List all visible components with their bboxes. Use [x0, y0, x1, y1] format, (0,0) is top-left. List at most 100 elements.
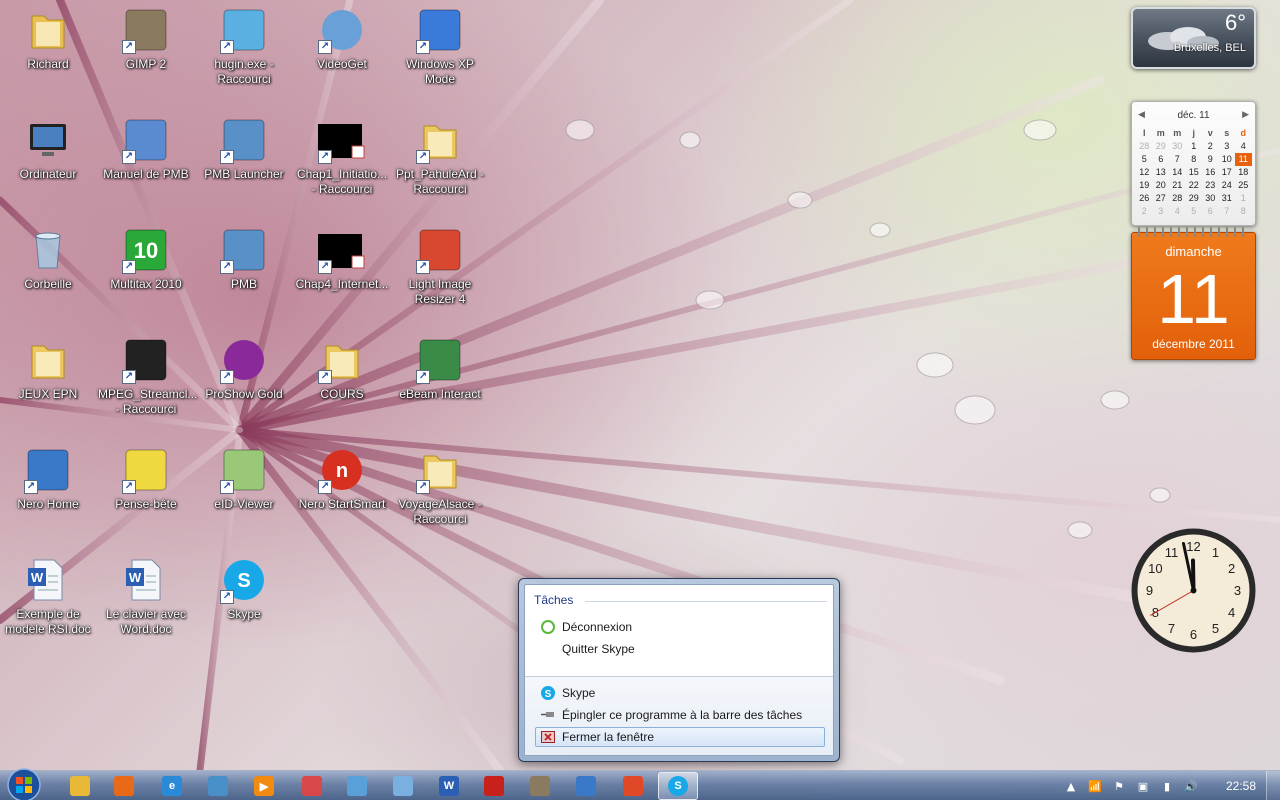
- desktop-icon[interactable]: ↗ Pense-bête: [98, 446, 194, 550]
- taskbar-thunderbird-button[interactable]: [566, 772, 606, 800]
- desktop-icon[interactable]: ↗ PMB: [196, 226, 292, 330]
- taskbar-paint-button[interactable]: [292, 772, 332, 800]
- desktop-icon[interactable]: ↗ COURS: [294, 336, 390, 440]
- desktop-icon[interactable]: ↗ VideoGet: [294, 6, 390, 110]
- desktop-icon[interactable]: W Le clavier avec Word.doc: [98, 556, 194, 660]
- calendar-day[interactable]: 1: [1186, 140, 1203, 153]
- calendar-day[interactable]: 18: [1235, 166, 1252, 179]
- clock-gadget[interactable]: 123456789101112: [1130, 527, 1257, 654]
- calendar-day[interactable]: 7: [1219, 205, 1236, 218]
- calendar-day[interactable]: 20: [1153, 179, 1170, 192]
- calendar-day[interactable]: 4: [1235, 140, 1252, 153]
- calendar-day[interactable]: 22: [1186, 179, 1203, 192]
- desktop-icon[interactable]: ↗ Ppt_PahuleArd - Raccourci: [392, 116, 488, 220]
- desktop-icon[interactable]: Richard: [0, 6, 96, 110]
- calendar-day[interactable]: 14: [1169, 166, 1186, 179]
- calendar-day[interactable]: 2: [1136, 205, 1153, 218]
- jump-list-close-window[interactable]: Fermer la fenêtre: [535, 727, 825, 747]
- taskbar-picasa-button[interactable]: [613, 772, 653, 800]
- calendar-day[interactable]: 8: [1186, 153, 1203, 166]
- desktop-icon[interactable]: ↗ GIMP 2: [98, 6, 194, 110]
- network-icon[interactable]: ▮: [1160, 779, 1174, 793]
- calendar-day[interactable]: 30: [1202, 192, 1219, 205]
- jump-list-pin-program[interactable]: Épingler ce programme à la barre des tâc…: [535, 705, 825, 725]
- desktop-icon[interactable]: JEUX EPN: [0, 336, 96, 440]
- calendar-day[interactable]: 26: [1136, 192, 1153, 205]
- calendar-day[interactable]: 29: [1153, 140, 1170, 153]
- jump-list-open-skype[interactable]: S Skype: [535, 683, 825, 703]
- taskbar-skype-button[interactable]: S: [658, 772, 698, 800]
- calendar-day[interactable]: 23: [1202, 179, 1219, 192]
- next-month-icon[interactable]: ▶: [1242, 110, 1249, 120]
- calendar-gadget[interactable]: ◀ déc. 11 ▶ l m m j v s d 28 29 30 1 2 3 4 5 6 7 8 9 10 11 12…: [1131, 101, 1256, 226]
- calendar-day[interactable]: 17: [1219, 166, 1236, 179]
- calendar-day[interactable]: 21: [1169, 179, 1186, 192]
- desktop-icon[interactable]: ↗ PMB Launcher: [196, 116, 292, 220]
- desktop-icon[interactable]: 10 ↗ Multitax 2010: [98, 226, 194, 330]
- calendar-day[interactable]: 12: [1136, 166, 1153, 179]
- desktop-icon[interactable]: ↗ eID-Viewer: [196, 446, 292, 550]
- calendar-day[interactable]: 2: [1202, 140, 1219, 153]
- calendar-day[interactable]: 24: [1219, 179, 1236, 192]
- jump-list-task-quit[interactable]: Quitter Skype: [535, 639, 825, 659]
- calendar-day[interactable]: 10: [1219, 153, 1236, 166]
- desktop-icon[interactable]: Ordinateur: [0, 116, 96, 220]
- calendar-day[interactable]: 19: [1136, 179, 1153, 192]
- desktop-icon[interactable]: ↗ ProShow Gold: [196, 336, 292, 440]
- calendar-day[interactable]: 3: [1153, 205, 1170, 218]
- taskbar-acrobat-button[interactable]: [474, 772, 514, 800]
- weather-gadget[interactable]: 6° Bruxelles, BEL: [1131, 7, 1256, 69]
- wireless-icon[interactable]: 📶: [1088, 779, 1102, 793]
- calendar-day[interactable]: 29: [1186, 192, 1203, 205]
- desktop-icon[interactable]: ↗ Windows XP Mode: [392, 6, 488, 110]
- show-desktop-button[interactable]: [1266, 771, 1280, 800]
- calendar-day[interactable]: 13: [1153, 166, 1170, 179]
- calendar-day[interactable]: 6: [1202, 205, 1219, 218]
- calendar-day[interactable]: 8: [1235, 205, 1252, 218]
- calendar-day[interactable]: 7: [1169, 153, 1186, 166]
- calendar-day[interactable]: 3: [1219, 140, 1236, 153]
- taskbar-notepad-button[interactable]: [383, 772, 423, 800]
- usb-device-icon[interactable]: ▣: [1136, 779, 1150, 793]
- taskbar-paint-shop-button[interactable]: [337, 772, 377, 800]
- desktop-icon[interactable]: ↗ VoyageAlsace - Raccourci: [392, 446, 488, 550]
- calendar-day[interactable]: 30: [1169, 140, 1186, 153]
- desktop-icon[interactable]: Corbeille: [0, 226, 96, 330]
- taskbar-internet-explorer-button[interactable]: e: [152, 772, 192, 800]
- calendar-day[interactable]: 15: [1186, 166, 1203, 179]
- calendar-day-card[interactable]: dimanche 11 décembre 2011: [1131, 227, 1256, 360]
- calendar-day[interactable]: 9: [1202, 153, 1219, 166]
- taskbar-firefox-button[interactable]: [104, 772, 144, 800]
- action-center-flag-icon[interactable]: ⚑: [1112, 779, 1126, 793]
- desktop-icon[interactable]: W Exemple de modèle RSI.doc: [0, 556, 96, 660]
- show-hidden-icons-icon[interactable]: ▲: [1064, 779, 1078, 793]
- taskbar-explorer-button[interactable]: [60, 772, 100, 800]
- desktop-icon[interactable]: ↗ MPEG_Streamcl... - Raccourci: [98, 336, 197, 440]
- taskbar-gimp-button[interactable]: [520, 772, 560, 800]
- desktop-icon[interactable]: ↗ eBeam Interact: [392, 336, 488, 440]
- taskbar-word-button[interactable]: W: [429, 772, 469, 800]
- desktop-icon[interactable]: ↗ Chap1_Initiatio... - Raccourci: [294, 116, 390, 220]
- desktop-icon[interactable]: S ↗ Skype: [196, 556, 292, 660]
- calendar-day[interactable]: 1: [1235, 192, 1252, 205]
- desktop-icon[interactable]: ↗ hugin.exe - Raccourci: [196, 6, 292, 110]
- taskbar-pictures-button[interactable]: [198, 772, 238, 800]
- jump-list-task-deconnexion[interactable]: Déconnexion: [535, 617, 825, 637]
- calendar-day[interactable]: 27: [1153, 192, 1170, 205]
- volume-icon[interactable]: 🔊: [1184, 779, 1198, 793]
- desktop-icon[interactable]: ↗ Manuel de PMB: [98, 116, 194, 220]
- calendar-day[interactable]: 28: [1136, 140, 1153, 153]
- calendar-day[interactable]: 6: [1153, 153, 1170, 166]
- taskbar-media-player-button[interactable]: ▶: [244, 772, 284, 800]
- calendar-day[interactable]: 25: [1235, 179, 1252, 192]
- calendar-today[interactable]: 11: [1235, 153, 1252, 166]
- calendar-day[interactable]: 5: [1136, 153, 1153, 166]
- desktop-icon[interactable]: n ↗ Nero StartSmart: [294, 446, 390, 550]
- desktop-icon[interactable]: ↗ Nero Home: [0, 446, 96, 550]
- calendar-day[interactable]: 16: [1202, 166, 1219, 179]
- calendar-day[interactable]: 31: [1219, 192, 1236, 205]
- calendar-day[interactable]: 5: [1186, 205, 1203, 218]
- desktop-icon[interactable]: ↗ Light Image Resizer 4: [392, 226, 488, 330]
- calendar-day[interactable]: 4: [1169, 205, 1186, 218]
- taskbar-clock[interactable]: 22:58: [1226, 779, 1256, 793]
